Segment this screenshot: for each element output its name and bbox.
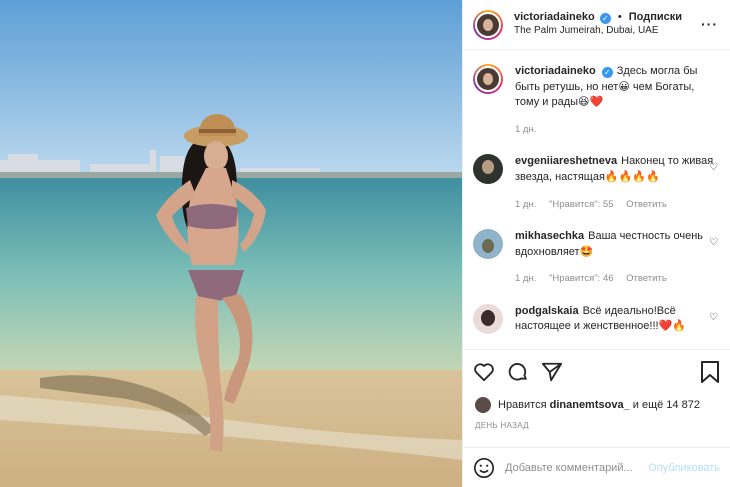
paper-plane-icon[interactable]	[541, 361, 563, 383]
beach-photo-image	[0, 0, 462, 487]
likes-prefix: Нравится	[498, 399, 547, 411]
more-options-icon[interactable]: ···	[701, 16, 718, 32]
heart-icon[interactable]	[473, 362, 495, 382]
liker-avatar[interactable]	[475, 397, 491, 413]
comment-age[interactable]: 1 дн.	[515, 273, 536, 284]
likes-summary: Нравится dinanemtsova_ и ещё 14 872	[463, 393, 730, 417]
liker-username[interactable]: dinanemtsova_	[550, 399, 630, 411]
comment-like-heart-icon[interactable]: ♡	[709, 162, 718, 173]
post-photo[interactable]	[0, 0, 462, 487]
commenter-avatar[interactable]	[473, 154, 503, 185]
reply-button[interactable]: Ответить	[626, 199, 667, 210]
following-button[interactable]: Подписки	[629, 11, 682, 23]
likes-count[interactable]: и ещё 14 872	[633, 399, 700, 411]
caption-username[interactable]: victoriadaineko	[515, 65, 596, 77]
commenter-avatar[interactable]	[473, 229, 503, 260]
post-location[interactable]: The Palm Jumeirah, Dubai, UAE	[514, 25, 682, 38]
commenter-avatar[interactable]	[473, 303, 503, 334]
author-avatar[interactable]	[473, 9, 503, 40]
comment-like-heart-icon[interactable]: ♡	[709, 312, 718, 323]
comment-username[interactable]: evgeniiareshetneva	[515, 155, 617, 167]
add-comment-bar: Добавьте комментарий... Опубликовать	[463, 447, 730, 487]
comment-item: podgalskaia Всё идеально!Всё настоящее и …	[473, 303, 720, 335]
post-header: victoriadaineko ✓ • Подписки The Palm Ju…	[463, 0, 730, 50]
comment-likes[interactable]: "Нравится": 46	[549, 273, 614, 284]
comment-age[interactable]: 1 дн.	[515, 199, 536, 210]
caption-age[interactable]: 1 дн.	[515, 124, 536, 135]
post-side-panel: victoriadaineko ✓ • Подписки The Palm Ju…	[462, 0, 730, 487]
comment-like-heart-icon[interactable]: ♡	[709, 237, 718, 248]
reply-button[interactable]: Ответить	[626, 273, 667, 284]
caption-avatar[interactable]	[473, 64, 503, 94]
publish-button[interactable]: Опубликовать	[648, 462, 720, 474]
comment-item: mikhasechka Ваша честность очень вдохновл…	[473, 229, 720, 286]
comment-username[interactable]: podgalskaia	[515, 305, 579, 317]
bookmark-icon[interactable]	[700, 361, 720, 386]
comment-username[interactable]: mikhasechka	[515, 230, 584, 242]
caption: victoriadaineko ✓ Здесь могла бы быть рету…	[473, 64, 720, 136]
verified-badge-icon: ✓	[599, 13, 611, 25]
comment-icon[interactable]	[507, 361, 529, 383]
verified-badge-icon: ✓	[601, 67, 613, 78]
author-username[interactable]: victoriadaineko	[514, 11, 595, 23]
post-timestamp[interactable]: ДЕНЬ НАЗАД	[463, 417, 730, 447]
comment-likes[interactable]: "Нравится": 55	[549, 199, 614, 210]
comment-input[interactable]: Добавьте комментарий...	[505, 462, 648, 474]
comments-list[interactable]: victoriadaineko ✓ Здесь могла бы быть рету…	[463, 50, 730, 349]
smiley-icon[interactable]	[473, 457, 495, 479]
comment-item: evgeniiareshetneva Наконец то живая звезд…	[473, 154, 720, 211]
action-bar	[463, 349, 730, 393]
header-separator: •	[617, 11, 622, 24]
